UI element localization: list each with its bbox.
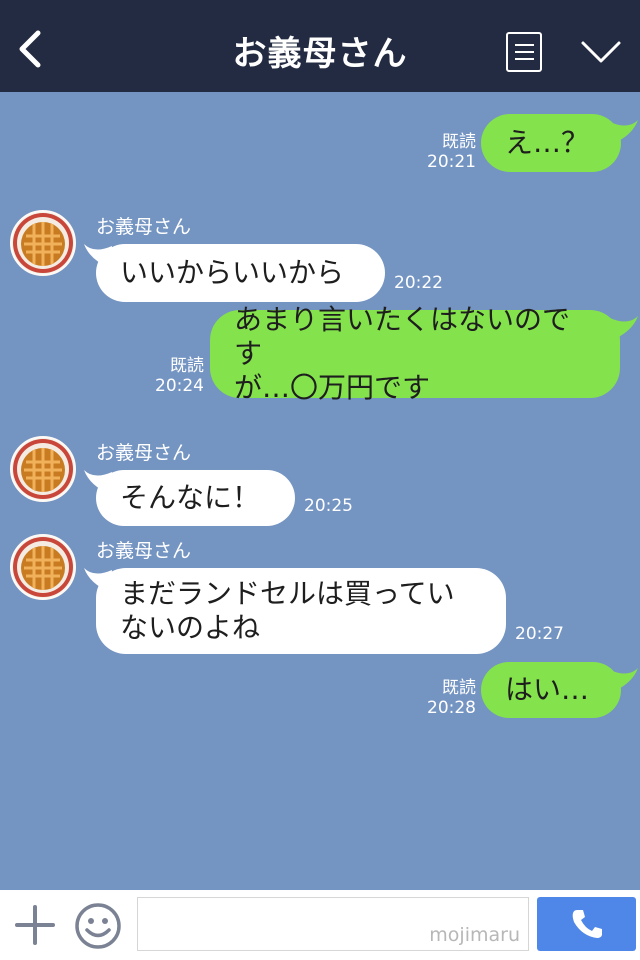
bubble-tail — [610, 316, 638, 340]
sender-name: お義母さん — [96, 442, 192, 464]
bubble-tail — [610, 668, 638, 692]
message-time: 20:28 — [427, 698, 476, 718]
message-bubble-outgoing[interactable]: はい… — [481, 662, 621, 718]
chat-area[interactable]: 既読 20:21 え…？ お義母さん いいからいいから 20:22 既読 20:… — [0, 92, 640, 890]
input-bar: mojimaru — [0, 890, 640, 960]
message-text: あまり言いたくはないのです が…〇万円です — [234, 303, 571, 404]
message-meta: 既読 20:28 — [426, 678, 476, 718]
message-bubble-outgoing[interactable]: え…？ — [481, 114, 621, 172]
sender-name: お義母さん — [96, 540, 192, 562]
bubble-tail — [610, 120, 638, 144]
avatar[interactable] — [10, 534, 76, 600]
message-text: え…？ — [505, 126, 590, 159]
smiley-icon[interactable] — [74, 902, 122, 950]
message-meta: 既読 20:21 — [426, 132, 476, 172]
message-time: 20:27 — [515, 624, 564, 644]
pie-avatar-image — [13, 439, 73, 499]
message-text: まだランドセルは買ってい ないのよね — [120, 577, 455, 644]
message-meta: 既読 20:24 — [154, 356, 204, 396]
message-time: 20:22 — [394, 273, 443, 293]
note-menu-icon[interactable] — [506, 32, 542, 72]
message-input[interactable]: mojimaru — [137, 897, 529, 951]
read-receipt: 既読 — [442, 678, 476, 698]
message-time: 20:24 — [155, 376, 204, 396]
phone-icon — [572, 910, 602, 938]
chat-title: お義母さん — [232, 34, 408, 74]
avatar[interactable] — [10, 210, 76, 276]
chat-header: お義母さん — [0, 0, 640, 92]
read-receipt: 既読 — [442, 132, 476, 152]
message-text: いいからいいから — [120, 256, 345, 289]
sender-name: お義母さん — [96, 216, 192, 238]
plus-icon[interactable] — [14, 904, 56, 946]
read-receipt: 既読 — [170, 356, 204, 376]
message-time: 20:21 — [427, 152, 476, 172]
pie-avatar-image — [13, 537, 73, 597]
message-text: はい… — [505, 673, 590, 706]
message-time: 20:25 — [304, 496, 353, 516]
message-bubble-incoming[interactable]: そんなに！ — [96, 470, 295, 526]
watermark: mojimaru — [429, 924, 520, 946]
message-bubble-incoming[interactable]: まだランドセルは買ってい ないのよね — [96, 568, 506, 654]
message-text: そんなに！ — [120, 481, 261, 514]
pie-avatar-image — [13, 213, 73, 273]
message-bubble-incoming[interactable]: いいからいいから — [96, 244, 385, 302]
call-button[interactable] — [537, 897, 636, 951]
message-bubble-outgoing[interactable]: あまり言いたくはないのです が…〇万円です — [210, 303, 620, 404]
chevron-down-icon[interactable] — [580, 38, 622, 66]
avatar[interactable] — [10, 436, 76, 502]
